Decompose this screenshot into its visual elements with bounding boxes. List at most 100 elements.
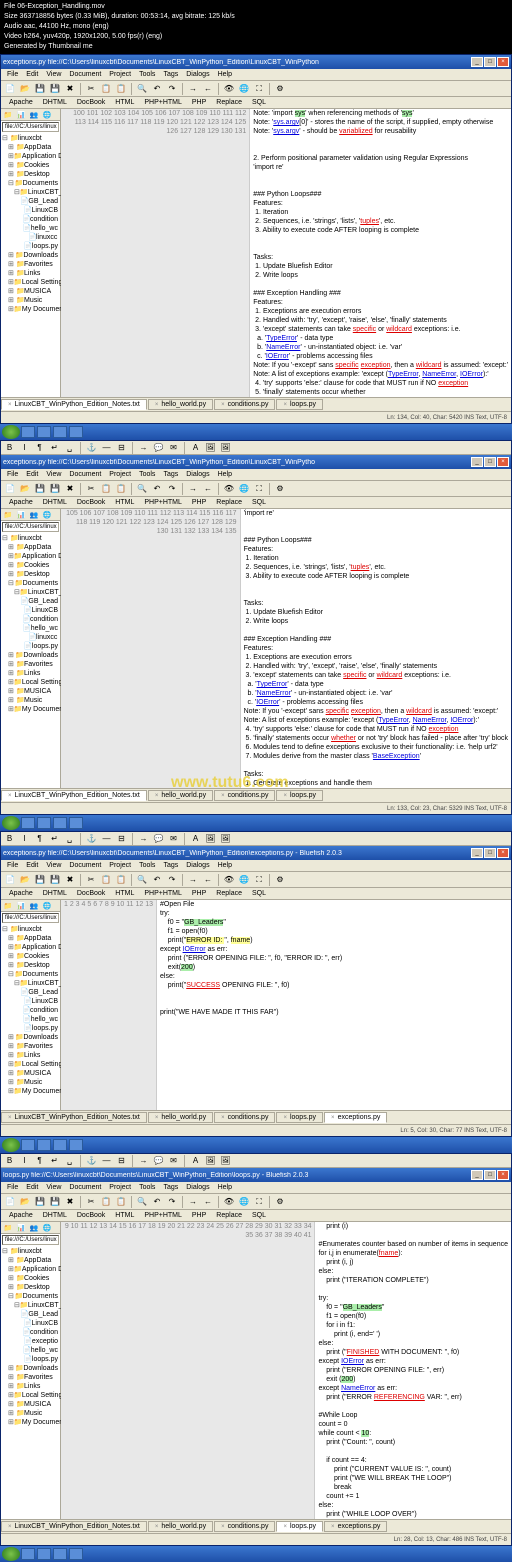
close-tab-icon[interactable]: × [331, 1524, 335, 1530]
lang-dhtml[interactable]: DHTML [39, 888, 71, 899]
menu-project[interactable]: Project [105, 469, 135, 480]
lang-sql[interactable]: SQL [248, 888, 270, 899]
code-area[interactable]: Note: 'import sys' when referencing meth… [250, 109, 511, 397]
tree-item[interactable]: 📄loops.py [2, 242, 59, 251]
right-icon[interactable]: → [137, 442, 150, 454]
tree-item[interactable]: 📄loops.py [2, 642, 59, 651]
redo-icon[interactable]: ↷ [165, 482, 179, 496]
anchor-icon[interactable]: ⚓ [85, 833, 98, 845]
tree-item[interactable]: 📄linuxcc [2, 233, 59, 242]
people-icon[interactable]: 👥 [29, 901, 39, 911]
tree-item[interactable]: ⊞📁AppData [2, 1256, 59, 1265]
titlebar[interactable]: loops.py file://C:\Users\linuxcbt\Docume… [1, 1168, 511, 1182]
italic-icon[interactable]: I [18, 833, 31, 845]
tree-item[interactable]: ⊞📁Music [2, 1409, 59, 1418]
maximize-button[interactable]: □ [484, 457, 496, 467]
close-tab-icon[interactable]: × [8, 402, 12, 408]
file-tab[interactable]: ×exceptions.py [324, 1521, 387, 1532]
globe-icon[interactable]: 🌐 [42, 1223, 52, 1233]
menu-document[interactable]: Document [65, 469, 105, 480]
tree-item[interactable]: ⊞📁Links [2, 1051, 59, 1060]
break-icon[interactable]: ↵ [48, 1155, 61, 1167]
settings-icon[interactable]: ⚙ [273, 482, 287, 496]
file-tab[interactable]: ×loops.py [276, 1521, 323, 1532]
save-as-icon[interactable]: 💾 [48, 1195, 62, 1209]
fullscreen-icon[interactable]: ⛶ [252, 873, 266, 887]
tree-item[interactable]: 📄condition [2, 1328, 59, 1337]
right-icon[interactable]: → [137, 833, 150, 845]
close-button[interactable]: × [497, 848, 509, 858]
code-area[interactable]: print (i) #Enumerates counter based on n… [315, 1222, 511, 1519]
path-input[interactable]: file:///C:/Users/linux [2, 1235, 59, 1245]
tree-item[interactable]: 📄exceptio [2, 1337, 59, 1346]
menu-tools[interactable]: Tools [135, 860, 159, 871]
file-tab[interactable]: ×LinuxCBT_WinPython_Edition_Notes.txt [1, 790, 147, 801]
indent-icon[interactable]: → [186, 873, 200, 887]
browser-icon[interactable]: 🌐 [237, 482, 251, 496]
break-icon[interactable]: ↵ [48, 442, 61, 454]
settings-icon[interactable]: ⚙ [273, 1195, 287, 1209]
tree-item[interactable]: 📄GB_Lead [2, 197, 59, 206]
cut-icon[interactable]: ✂ [84, 1195, 98, 1209]
globe-icon[interactable]: 🌐 [42, 110, 52, 120]
close-tab-icon[interactable]: × [331, 1115, 335, 1121]
anchor-icon[interactable]: ⚓ [85, 1155, 98, 1167]
lang-docbook[interactable]: DocBook [73, 888, 109, 899]
minimize-button[interactable]: _ [471, 457, 483, 467]
hr-icon[interactable]: — [100, 833, 113, 845]
menu-tools[interactable]: Tools [135, 469, 159, 480]
tree-item[interactable]: ⊞📁MUSICA [2, 687, 59, 696]
tree-item[interactable]: ⊟📁LinuxCBT_V [2, 188, 59, 197]
menu-dialogs[interactable]: Dialogs [182, 860, 213, 871]
save-icon[interactable]: 💾 [33, 482, 47, 496]
tree-item[interactable]: ⊞📁Links [2, 1382, 59, 1391]
menu-tags[interactable]: Tags [159, 1182, 182, 1193]
lang-html[interactable]: HTML [111, 97, 138, 108]
close-tab-icon[interactable]: × [283, 793, 287, 799]
chart-icon[interactable]: 📊 [16, 110, 26, 120]
lang-php[interactable]: PHP [188, 1210, 210, 1221]
start-button[interactable] [2, 816, 20, 830]
minimize-button[interactable]: _ [471, 1170, 483, 1180]
tree-item[interactable]: 📄condition [2, 215, 59, 224]
fullscreen-icon[interactable]: ⛶ [252, 82, 266, 96]
bold-icon[interactable]: B [3, 1155, 16, 1167]
menu-tags[interactable]: Tags [159, 69, 182, 80]
menu-project[interactable]: Project [105, 69, 135, 80]
tree-item[interactable]: ⊞📁Local Settings [2, 678, 59, 687]
chart-icon[interactable]: 📊 [16, 901, 26, 911]
tree-item[interactable]: 📄LinuxCB [2, 1319, 59, 1328]
tree-item[interactable]: ⊟📁linuxcbt [2, 534, 59, 543]
menu-file[interactable]: File [3, 860, 22, 871]
close-tab-icon[interactable]: × [155, 1115, 159, 1121]
thumb-icon[interactable]: 🖼 [219, 1155, 232, 1167]
preview-icon[interactable]: 👁 [222, 1195, 236, 1209]
file-tab[interactable]: ×conditions.py [214, 790, 275, 801]
tree-item[interactable]: ⊞📁Cookies [2, 161, 59, 170]
save-icon[interactable]: 💾 [33, 1195, 47, 1209]
lang-dhtml[interactable]: DHTML [39, 97, 71, 108]
menu-project[interactable]: Project [105, 1182, 135, 1193]
titlebar[interactable]: exceptions.py file://C:\Users\linuxcbt\D… [1, 455, 511, 469]
thumb-icon[interactable]: 🖼 [219, 833, 232, 845]
tree-item[interactable]: 📄hello_wc [2, 1015, 59, 1024]
chart-icon[interactable]: 📊 [16, 1223, 26, 1233]
hr-icon[interactable]: — [100, 442, 113, 454]
close-file-icon[interactable]: ✖ [63, 482, 77, 496]
cut-icon[interactable]: ✂ [84, 482, 98, 496]
undo-icon[interactable]: ↶ [150, 82, 164, 96]
italic-icon[interactable]: I [18, 442, 31, 454]
menu-dialogs[interactable]: Dialogs [182, 1182, 213, 1193]
path-input[interactable]: file:///C:/Users/linux [2, 913, 59, 923]
tree-item[interactable]: ⊞📁Local Settings [2, 1391, 59, 1400]
chart-icon[interactable]: 📊 [16, 510, 26, 520]
tree-item[interactable]: ⊟📁Documents [2, 970, 59, 979]
nbsp-icon[interactable]: ␣ [63, 1155, 76, 1167]
code-editor[interactable]: 9 10 11 12 13 14 15 16 17 18 19 20 21 22… [61, 1222, 511, 1519]
lang-sql[interactable]: SQL [248, 497, 270, 508]
para-icon[interactable]: ¶ [33, 442, 46, 454]
save-icon[interactable]: 💾 [33, 873, 47, 887]
image-icon[interactable]: 🖼 [204, 442, 217, 454]
menu-document[interactable]: Document [65, 1182, 105, 1193]
anchor-icon[interactable]: ⚓ [85, 442, 98, 454]
